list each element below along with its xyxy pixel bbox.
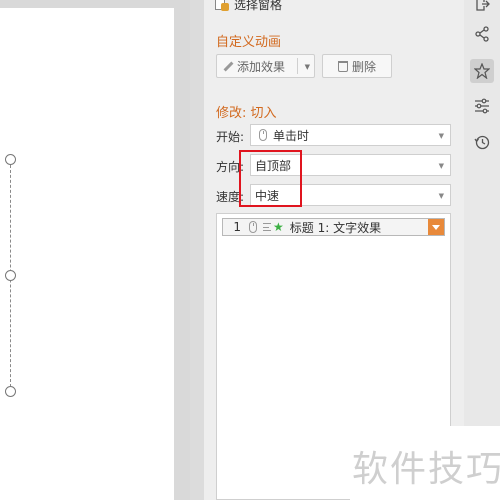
- selection-pane-title: 选择窗格: [234, 0, 283, 12]
- add-effect-label: 添加效果: [237, 59, 286, 74]
- selection-pane-icon: [214, 0, 230, 12]
- resize-handle-bottom[interactable]: [5, 386, 16, 397]
- delete-label: 删除: [351, 59, 376, 74]
- selection-pane-header[interactable]: 选择窗格: [214, 0, 282, 14]
- text-effect-icon: [263, 223, 271, 231]
- chevron-down-icon: ▼: [438, 132, 444, 140]
- settings-sliders-icon[interactable]: [470, 94, 494, 118]
- mouse-click-icon: [249, 221, 257, 233]
- custom-animation-title: 自定义动画: [216, 35, 282, 50]
- resize-handle-middle[interactable]: [5, 270, 16, 281]
- mouse-click-icon: [259, 129, 267, 141]
- animation-star-icon[interactable]: [470, 59, 494, 83]
- animation-name: 标题 1: 文字效果: [289, 220, 382, 235]
- animation-index: 1: [233, 220, 241, 234]
- delete-button[interactable]: 删除: [322, 54, 392, 78]
- watermark: 软件技巧: [352, 449, 500, 490]
- chevron-down-icon[interactable]: ▼: [305, 63, 310, 71]
- list-item[interactable]: 1 ★ 标题 1: 文字效果: [222, 218, 445, 236]
- resize-handle-top[interactable]: [5, 154, 16, 165]
- share-icon[interactable]: [470, 22, 494, 46]
- start-select[interactable]: 单击时 ▼: [250, 124, 451, 146]
- pane-divider[interactable]: [190, 0, 204, 500]
- custom-animation-pane: 选择窗格 自定义动画 添加效果 ▼ 删除 修改: 切入 开始: 单击时 ▼ 方向…: [204, 0, 464, 500]
- start-value: 单击时: [273, 128, 310, 143]
- star-icon: ★: [273, 220, 284, 234]
- history-icon[interactable]: [470, 130, 494, 154]
- highlight-box: [239, 150, 302, 207]
- right-toolbar: [464, 0, 500, 500]
- chevron-down-icon: ▼: [438, 162, 444, 170]
- slide-canvas[interactable]: [0, 8, 174, 500]
- modify-title: 修改: 切入: [216, 106, 277, 121]
- trash-icon: [337, 60, 348, 72]
- chevron-down-icon: ▼: [438, 192, 444, 200]
- pencil-icon: [223, 61, 234, 72]
- move-icon[interactable]: [470, 0, 494, 16]
- slide-canvas-area: [0, 0, 190, 500]
- item-dropdown-button[interactable]: [428, 219, 444, 235]
- add-effect-button[interactable]: 添加效果 ▼: [216, 54, 315, 78]
- start-label: 开始:: [216, 130, 245, 144]
